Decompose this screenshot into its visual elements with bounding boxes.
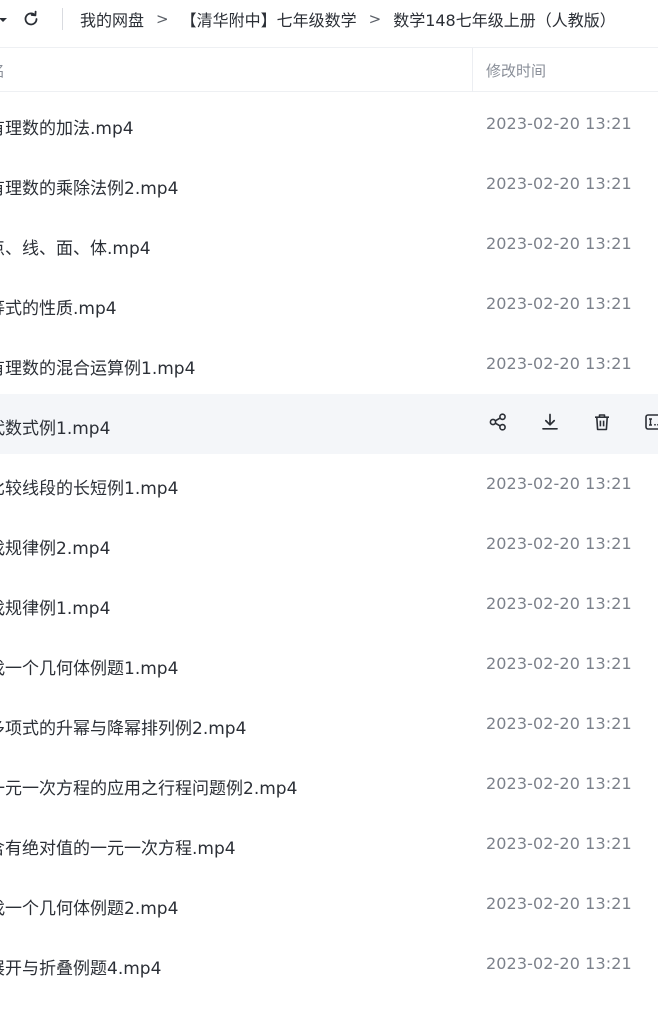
file-modified-time: 2023-02-20 13:21 [486,654,632,673]
file-name[interactable]: 有理数的加法.mp4 [0,114,134,139]
file-name[interactable]: 含有绝对值的一元一次方程.mp4 [0,834,236,859]
table-row[interactable]: 等式的性质.mp4 2023-02-20 13:21 [0,274,658,334]
file-modified-time: 2023-02-20 13:21 [486,354,632,373]
file-modified-time: 2023-02-20 13:21 [486,534,632,553]
table-row[interactable]: 有理数的乘除法例2.mp4 2023-02-20 13:21 [0,154,658,214]
column-header-modified[interactable]: 修改时间 [486,60,546,81]
file-name[interactable]: 找规律例1.mp4 [0,594,110,619]
file-modified-time: 2023-02-20 13:21 [486,894,632,913]
delete-icon[interactable] [590,410,614,434]
column-divider[interactable] [472,48,473,92]
file-name[interactable]: 找一个几何体例题2.mp4 [0,894,178,919]
table-row[interactable]: 找一个几何体例题2.mp4 2023-02-20 13:21 [0,874,658,934]
file-name[interactable]: 点、线、面、体.mp4 [0,234,151,259]
file-name[interactable]: 比较线段的长短例1.mp4 [0,474,178,499]
breadcrumb-item-folder[interactable]: 【清华附中】七年级数学 [181,7,357,31]
file-name[interactable]: 展开与折叠例题4.mp4 [0,954,161,979]
table-row[interactable]: 有理数的加法.mp4 2023-02-20 13:21 [0,94,658,154]
file-modified-time: 2023-02-20 13:21 [486,294,632,313]
download-icon[interactable] [538,410,562,434]
file-name[interactable]: 代数式例1.mp4 [0,414,110,439]
file-modified-time: 2023-02-20 13:21 [486,834,632,853]
file-modified-time: 2023-02-20 13:21 [486,774,632,793]
table-row[interactable]: 一元一次方程的应用之行程问题例2.mp4 2023-02-20 13:21 [0,754,658,814]
table-row[interactable]: 点、线、面、体.mp4 2023-02-20 13:21 [0,214,658,274]
file-name[interactable]: 找一个几何体例题1.mp4 [0,654,178,679]
file-name[interactable]: 有理数的乘除法例2.mp4 [0,174,178,199]
share-icon[interactable] [486,410,510,434]
file-name[interactable]: 等式的性质.mp4 [0,294,117,319]
table-row-hovered[interactable]: 代数式例1.mp4 [0,394,658,454]
file-list: 有理数的加法.mp4 2023-02-20 13:21 有理数的乘除法例2.mp… [0,94,658,994]
table-row[interactable]: 有理数的混合运算例1.mp4 2023-02-20 13:21 [0,334,658,394]
breadcrumb-item-current: 数学148七年级上册（人教版） [393,11,616,30]
table-header: 名 修改时间 [0,47,658,92]
breadcrumb: 我的网盘 > 【清华附中】七年级数学 > 数学148七年级上册（人教版） [80,0,616,38]
file-modified-time: 2023-02-20 13:21 [486,474,632,493]
table-row[interactable]: 找规律例1.mp4 2023-02-20 13:21 [0,574,658,634]
file-name[interactable]: 找规律例2.mp4 [0,534,110,559]
file-modified-time: 2023-02-20 13:21 [486,714,632,733]
refresh-icon[interactable] [20,8,42,30]
file-modified-time: 2023-02-20 13:21 [486,594,632,613]
file-name[interactable]: 有理数的混合运算例1.mp4 [0,354,195,379]
row-actions [486,410,658,434]
table-row[interactable]: 找规律例2.mp4 2023-02-20 13:21 [0,514,658,574]
breadcrumb-separator: > [156,10,169,28]
table-row[interactable]: 比较线段的长短例1.mp4 2023-02-20 13:21 [0,454,658,514]
table-row[interactable]: 找一个几何体例题1.mp4 2023-02-20 13:21 [0,634,658,694]
table-row[interactable]: 多项式的升幂与降幂排列例2.mp4 2023-02-20 13:21 [0,694,658,754]
file-name[interactable]: 多项式的升幂与降幂排列例2.mp4 [0,714,246,739]
file-modified-time: 2023-02-20 13:21 [486,174,632,193]
chevron-down-icon[interactable] [0,13,10,27]
breadcrumb-item-my-drive[interactable]: 我的网盘 [80,7,144,31]
file-modified-time: 2023-02-20 13:21 [486,114,632,133]
breadcrumb-separator: > [368,10,382,28]
toolbar-divider [62,8,63,30]
file-name[interactable]: 一元一次方程的应用之行程问题例2.mp4 [0,774,297,799]
table-row[interactable]: 展开与折叠例题4.mp4 2023-02-20 13:21 [0,934,658,994]
table-row[interactable]: 含有绝对值的一元一次方程.mp4 2023-02-20 13:21 [0,814,658,874]
column-header-name[interactable]: 名 [0,60,5,81]
top-toolbar: 我的网盘 > 【清华附中】七年级数学 > 数学148七年级上册（人教版） [0,0,658,40]
file-modified-time: 2023-02-20 13:21 [486,954,632,973]
rename-icon[interactable] [642,410,658,434]
file-modified-time: 2023-02-20 13:21 [486,234,632,253]
